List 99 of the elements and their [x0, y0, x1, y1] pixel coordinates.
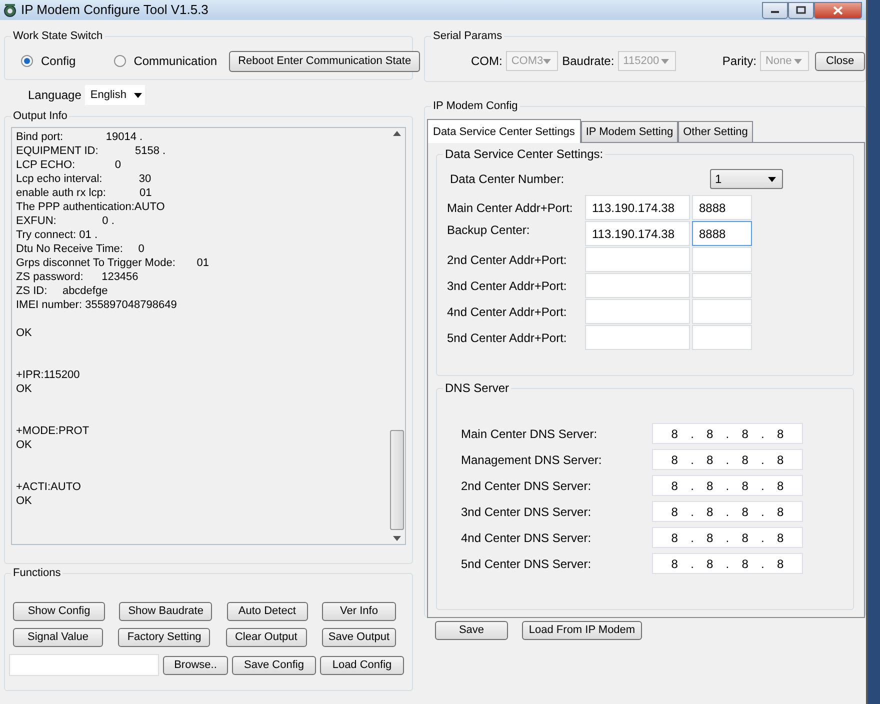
address-field[interactable]	[585, 247, 690, 272]
window-title: IP Modem Configure Tool V1.5.3	[21, 1, 208, 20]
address-field[interactable]	[585, 273, 690, 298]
field-label: 3nd Center DNS Server:	[461, 504, 592, 520]
group-title: Data Service Center Settings:	[443, 147, 606, 161]
app-icon	[3, 3, 17, 17]
radio-button[interactable]	[114, 55, 126, 67]
caret-icon	[393, 536, 401, 541]
output-line: OK	[16, 382, 33, 396]
output-line: OK	[16, 326, 33, 340]
language-dropdown[interactable]: English	[85, 85, 146, 105]
output-line: +IPR:115200	[16, 368, 81, 382]
port-field[interactable]	[692, 299, 752, 324]
save-config-button[interactable]: Save Config	[232, 656, 316, 674]
caret-icon	[768, 176, 776, 182]
function-button[interactable]: Signal Value	[13, 628, 103, 647]
ip-address-field[interactable]: 8 . 8 . 8 . 8	[652, 501, 803, 522]
output-line: IMEI number: 355897048798649	[16, 298, 178, 312]
output-line: The PPP authentication:AUTO	[16, 200, 166, 214]
close-icon	[833, 6, 843, 14]
port-field[interactable]	[692, 273, 752, 298]
load-config-button[interactable]: Load Config	[320, 656, 404, 674]
ip-address-field[interactable]: 8 . 8 . 8 . 8	[652, 449, 803, 470]
output-line: +ACTI:AUTO	[16, 480, 82, 494]
port-field[interactable]	[692, 325, 752, 350]
address-field[interactable]: 113.190.174.38	[585, 221, 690, 246]
function-button[interactable]: Clear Output	[226, 628, 307, 647]
field-label: 3nd Center Addr+Port:	[447, 278, 568, 294]
action-button[interactable]: Save	[435, 621, 508, 640]
caret-icon	[543, 58, 552, 64]
maximize-icon	[796, 6, 806, 14]
radio-label[interactable]: Config	[41, 52, 76, 70]
output-line: EQUIPMENT ID: 5158 .	[16, 144, 167, 158]
ip-address-field[interactable]: 8 . 8 . 8 . 8	[652, 553, 803, 574]
ip-address-field[interactable]: 8 . 8 . 8 . 8	[652, 475, 803, 496]
field-label: 5nd Center DNS Server:	[461, 556, 592, 572]
field-label: 2nd Center DNS Server:	[461, 478, 592, 494]
radio-button[interactable]	[21, 55, 33, 67]
field-label: 2nd Center Addr+Port:	[447, 252, 568, 268]
field-label: Management DNS Server:	[461, 452, 603, 468]
scroll-thumb[interactable]	[390, 430, 404, 530]
address-field[interactable]: 113.190.174.38	[585, 195, 690, 220]
function-button[interactable]: Ver Info	[322, 602, 396, 621]
browse-button[interactable]: Browse..	[163, 656, 228, 674]
group-title: Output Info	[11, 109, 70, 123]
output-line: Try connect: 01 .	[16, 228, 99, 242]
dropdown[interactable]: 1	[710, 169, 783, 189]
field-label: 4nd Center DNS Server:	[461, 530, 592, 546]
port-field[interactable]: 8888	[692, 195, 752, 220]
field-label: Backup Center:	[447, 222, 531, 239]
output-line: enable auth rx lcp: 01	[16, 186, 153, 200]
output-line: Grps disconnet To Trigger Mode: 01	[16, 256, 210, 270]
output-line: ZS ID: abcdefge	[16, 284, 109, 298]
address-field[interactable]	[585, 325, 690, 350]
address-field[interactable]	[585, 299, 690, 324]
group-title: DNS Server	[443, 381, 512, 395]
tab[interactable]: IP Modem Setting	[580, 120, 678, 142]
output-line: OK	[16, 494, 33, 508]
field-label: Baudrate:	[562, 53, 614, 70]
output-line: Lcp echo interval: 30	[16, 172, 152, 186]
output-line: +MODE:PROT	[16, 424, 90, 438]
function-button[interactable]: Factory Setting	[118, 628, 210, 647]
function-button[interactable]: Show Config	[13, 602, 105, 621]
output-line: Dtu No Receive Time: 0	[16, 242, 146, 256]
tab[interactable]: Data Service Center Settings	[427, 118, 581, 143]
tab[interactable]: Other Setting	[678, 120, 753, 142]
output-line: ZS password: 123456	[16, 270, 140, 284]
field-label: 4nd Center Addr+Port:	[447, 304, 568, 320]
output-line: LCP ECHO: 0	[16, 158, 122, 172]
port-field[interactable]	[692, 247, 752, 272]
reboot-button[interactable]: Reboot Enter Communication State	[229, 50, 420, 72]
radio-label[interactable]: Communication	[134, 52, 218, 70]
caret-icon	[661, 58, 670, 64]
ip-address-field[interactable]: 8 . 8 . 8 . 8	[652, 527, 803, 548]
port-field[interactable]: 8888	[692, 221, 752, 246]
output-line: OK	[16, 438, 33, 452]
group-title: IP Modem Config	[431, 99, 520, 113]
field-label: Parity:	[722, 53, 756, 70]
ip-address-field[interactable]: 8 . 8 . 8 . 8	[652, 423, 803, 444]
function-button[interactable]: Show Baudrate	[119, 602, 212, 621]
maximize-button[interactable]	[788, 2, 814, 18]
function-button[interactable]: Auto Detect	[226, 602, 308, 621]
output-line: Bind port: 19014 .	[16, 130, 144, 144]
output-line: EXFUN: 0 .	[16, 214, 116, 228]
field-label: Main Center Addr+Port:	[447, 200, 574, 216]
field-label: Data Center Number:	[450, 171, 566, 188]
file-path-field[interactable]	[9, 654, 159, 676]
caret-icon	[794, 58, 802, 64]
scroll-up-icon	[393, 131, 401, 136]
minimize-button[interactable]	[762, 2, 788, 18]
field-label: 5nd Center Addr+Port:	[447, 330, 568, 346]
close-button[interactable]: Close	[815, 52, 865, 70]
field-label: Main Center DNS Server:	[461, 426, 598, 442]
close-button[interactable]	[814, 2, 862, 18]
action-button[interactable]: Load From IP Modem	[522, 621, 642, 640]
function-button[interactable]: Save Output	[322, 628, 396, 647]
caret-icon	[134, 92, 142, 98]
field-label: COM:	[471, 53, 502, 70]
language-label: Language	[28, 87, 82, 104]
